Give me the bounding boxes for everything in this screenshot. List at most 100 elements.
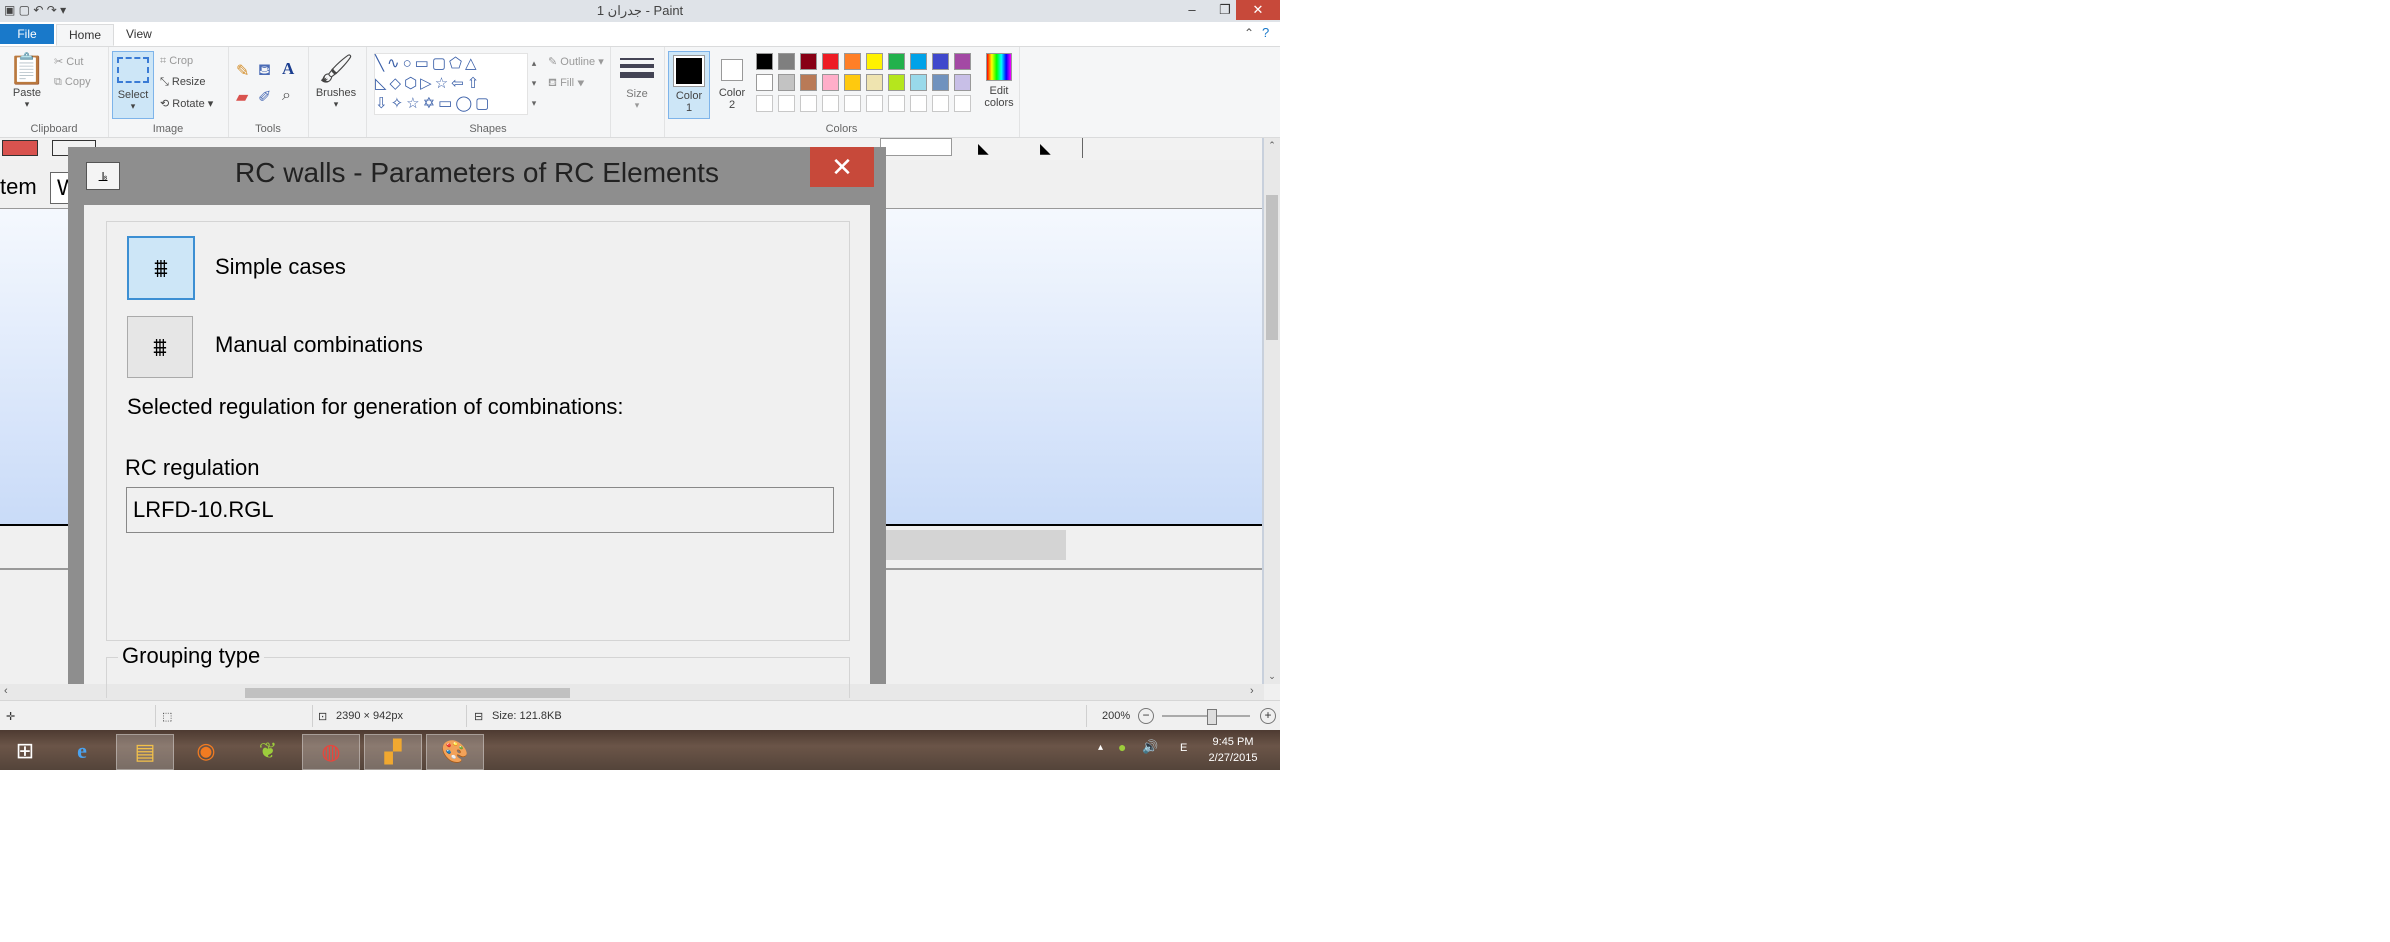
cut-button[interactable]: ✂ Cut xyxy=(54,55,83,68)
tab-home[interactable]: Home xyxy=(56,24,115,46)
color-swatch[interactable] xyxy=(910,53,927,70)
zoom-out-icon[interactable]: − xyxy=(1138,708,1154,724)
fill-button[interactable]: ⛾ Fill ▾ xyxy=(548,77,585,91)
language-indicator[interactable]: E xyxy=(1180,742,1187,754)
chevron-down-icon: ▾ xyxy=(24,99,30,109)
magnifier-icon[interactable]: ⌕ xyxy=(282,87,291,105)
shapes-gallery[interactable]: ╲∿○▭▢⬠△ ◺◇⬡▷☆⇦⇧ ⇩✧☆✡▭◯▢ xyxy=(374,53,528,115)
scissors-icon: ✂ xyxy=(54,56,64,68)
color-swatch[interactable] xyxy=(800,53,817,70)
minimize-button[interactable]: – xyxy=(1170,0,1214,20)
image-dimensions-icon: ⊡ xyxy=(318,711,328,723)
color-swatch[interactable] xyxy=(756,74,773,91)
color-swatch[interactable] xyxy=(778,74,795,91)
chevron-up-icon[interactable]: ⌃ xyxy=(1264,140,1280,151)
help-icon[interactable]: ? xyxy=(1262,25,1269,40)
color-swatch[interactable] xyxy=(866,74,883,91)
chevron-left-icon[interactable]: ‹ xyxy=(4,685,8,697)
tray-app-icon[interactable]: ● xyxy=(1118,739,1126,755)
color-swatch[interactable] xyxy=(910,95,927,112)
color-swatch[interactable] xyxy=(800,74,817,91)
fill-bucket-icon[interactable]: ⛾ xyxy=(258,61,271,81)
crop-button[interactable]: ⌗ Crop xyxy=(160,55,193,68)
zoom-slider[interactable] xyxy=(1162,715,1250,717)
color-swatch[interactable] xyxy=(778,53,795,70)
color-swatch[interactable] xyxy=(756,95,773,112)
select-button[interactable]: Select ▾ xyxy=(112,51,154,119)
robot-structural-icon[interactable]: ▞ xyxy=(364,734,422,770)
color-swatch[interactable] xyxy=(932,74,949,91)
file-size-icon: ⊟ xyxy=(474,711,484,723)
color1-swatch xyxy=(673,55,705,87)
color-swatch[interactable] xyxy=(866,53,883,70)
chrome-icon[interactable]: ◍ xyxy=(302,734,360,770)
clipboard-group: 📋 Paste ▾ ✂ Cut ⧉ Copy Clipboard xyxy=(0,47,109,137)
color-swatch[interactable] xyxy=(844,53,861,70)
brushes-button[interactable]: 🖌 Brushes ▾ xyxy=(313,51,359,110)
color-swatch[interactable] xyxy=(822,53,839,70)
internet-explorer-icon[interactable]: e xyxy=(54,734,110,768)
windows-start-icon[interactable]: ⊞ xyxy=(0,734,50,768)
color2-button[interactable]: Color 2 xyxy=(712,51,752,117)
copy-icon: ⧉ xyxy=(54,76,62,88)
manual-combinations-button[interactable]: ⩩ xyxy=(127,316,193,378)
dialog-title-bar[interactable]: ⫡ RC walls - Parameters of RC Elements ✕ xyxy=(68,147,886,193)
simple-cases-button[interactable]: ⩩ xyxy=(127,236,195,300)
tab-file[interactable]: File xyxy=(0,24,54,44)
color-swatch[interactable] xyxy=(888,53,905,70)
parrot-app-icon[interactable]: ❦ xyxy=(240,734,296,768)
chevron-right-icon[interactable]: › xyxy=(1250,685,1254,697)
edit-colors-button[interactable]: Edit colors xyxy=(980,51,1018,109)
chevron-up-icon[interactable]: ⌃ xyxy=(1244,26,1254,40)
tab-view[interactable]: View xyxy=(114,24,164,44)
color-picker-icon[interactable]: ✐ xyxy=(258,87,271,107)
paint-icon[interactable]: 🎨 xyxy=(426,734,484,770)
outline-button[interactable]: ✎ Outline ▾ xyxy=(548,55,604,68)
color-swatch[interactable] xyxy=(932,53,949,70)
zoom-slider-thumb[interactable] xyxy=(1207,709,1217,725)
file-explorer-icon[interactable]: ▤ xyxy=(116,734,174,770)
color-swatch[interactable] xyxy=(800,95,817,112)
color-swatch[interactable] xyxy=(888,95,905,112)
rotate-button[interactable]: ⟲ Rotate ▾ xyxy=(160,97,213,110)
vertical-scroll-thumb[interactable] xyxy=(1266,195,1278,340)
color2-swatch xyxy=(721,59,743,81)
resize-button[interactable]: ⤡ Resize xyxy=(160,76,206,89)
color-swatch[interactable] xyxy=(778,95,795,112)
load-cases-icon: ⩩ xyxy=(154,253,168,283)
zoom-in-icon[interactable]: + xyxy=(1260,708,1276,724)
eraser-icon[interactable]: ▰ xyxy=(236,87,248,107)
color-swatch[interactable] xyxy=(888,74,905,91)
paste-button[interactable]: 📋 Paste ▾ xyxy=(8,53,46,110)
dialog-body: ⩩ Simple cases ⩩ Manual combinations Sel… xyxy=(84,205,870,698)
color-swatch[interactable] xyxy=(954,53,971,70)
color-swatch[interactable] xyxy=(932,95,949,112)
color-swatch[interactable] xyxy=(954,74,971,91)
color-swatch[interactable] xyxy=(756,53,773,70)
shapes-group: ╲∿○▭▢⬠△ ◺◇⬡▷☆⇦⇧ ⇩✧☆✡▭◯▢ ▴ ▾ ▾ ✎ Outline ▾ ⛾ … xyxy=(366,47,611,137)
color-swatch[interactable] xyxy=(910,74,927,91)
speaker-icon[interactable]: 🔊 xyxy=(1142,739,1158,755)
color-swatch[interactable] xyxy=(844,95,861,112)
shapes-group-label: Shapes xyxy=(469,123,507,135)
chevron-up-icon[interactable]: ▴ xyxy=(1098,742,1103,753)
chevron-down-icon[interactable]: ⌄ xyxy=(1264,671,1280,682)
firefox-icon[interactable]: ◉ xyxy=(178,734,234,768)
restore-button[interactable]: ❐ xyxy=(1214,0,1236,20)
system-clock[interactable]: 9:45 PM 2/27/2015 xyxy=(1198,734,1268,766)
pencil-icon[interactable]: ✎ xyxy=(236,61,249,81)
shapes-scroll-icon[interactable]: ▴ ▾ ▾ xyxy=(528,53,540,113)
color1-button[interactable]: Color 1 xyxy=(668,51,710,119)
size-button[interactable]: Size ▾ xyxy=(620,55,654,111)
color-swatch[interactable] xyxy=(866,95,883,112)
rc-regulation-field[interactable]: LRFD-10.RGL xyxy=(126,487,834,533)
brushes-group: 🖌 Brushes ▾ xyxy=(308,47,367,137)
close-button[interactable]: ✕ xyxy=(1236,0,1280,20)
text-tool-icon[interactable]: A xyxy=(282,59,294,79)
color-swatch[interactable] xyxy=(822,74,839,91)
color-swatch[interactable] xyxy=(822,95,839,112)
copy-button[interactable]: ⧉ Copy xyxy=(54,76,91,89)
dialog-close-button[interactable]: ✕ xyxy=(810,147,874,187)
color-swatch[interactable] xyxy=(844,74,861,91)
color-swatch[interactable] xyxy=(954,95,971,112)
